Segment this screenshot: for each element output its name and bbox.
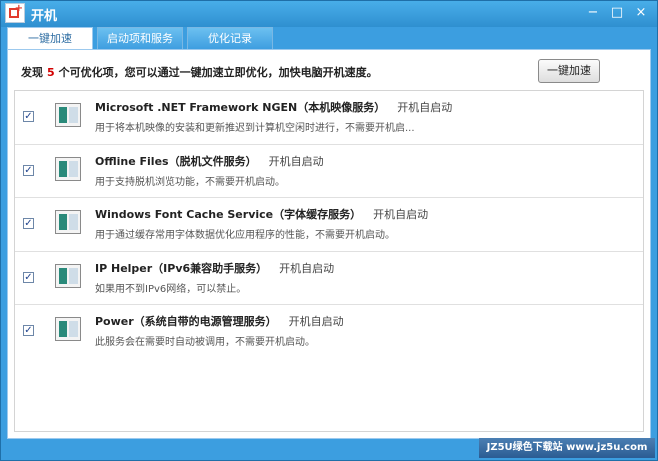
app-window: + 开机 − □ × 一键加速 启动项和服务 优化记录 发现 5 个可优化项，您可以…: [0, 0, 658, 461]
service-icon: [55, 210, 81, 235]
service-description: 用于将本机映像的安装和更新推迟到计算机空闲时进行，不需要开机启...: [95, 123, 415, 134]
service-icon: [55, 263, 81, 288]
service-description: 如果用不到IPv6网络，可以禁止。: [95, 283, 247, 295]
service-status: 开机自启动: [373, 208, 429, 222]
service-name: Microsoft .NET Framework NGEN（本机映像服务）: [95, 101, 386, 114]
service-list: ✓ Microsoft .NET Framework NGEN（本机映像服务） 开…: [14, 90, 644, 432]
service-status: 开机自启动: [279, 261, 335, 275]
window-title: 开机: [31, 9, 58, 24]
service-row: ✓ IP Helper（IPv6兼容助手服务） 开机自启动 如果用不到IPv6网络…: [15, 252, 643, 306]
summary-text: 发现 5 个可优化项，您可以通过一键加速立即优化，加快电脑开机速度。: [21, 64, 378, 80]
service-name: Power（系统自带的电源管理服务）: [95, 315, 277, 329]
minimize-button[interactable]: −: [585, 5, 601, 21]
service-name: Windows Font Cache Service（字体缓存服务）: [95, 208, 362, 222]
optimizable-count: 5: [47, 66, 55, 79]
service-icon: [55, 156, 81, 181]
service-description: 用于支持脱机浏览功能，不需要开机启动。: [95, 176, 285, 188]
service-status: 开机自启动: [288, 315, 344, 329]
tab-optimization-history[interactable]: 优化记录: [187, 27, 273, 49]
summary-prefix: 发现: [21, 66, 43, 79]
service-checkbox[interactable]: ✓: [23, 271, 34, 283]
service-checkbox[interactable]: ✓: [23, 325, 34, 337]
tab-one-click-boost[interactable]: 一键加速: [7, 27, 93, 49]
tab-bar: 一键加速 启动项和服务 优化记录: [7, 27, 273, 49]
close-button[interactable]: ×: [633, 5, 649, 21]
summary-suffix: 个可优化项，您可以通过一键加速立即优化，加快电脑开机速度。: [58, 66, 378, 79]
service-icon: [55, 317, 81, 342]
service-checkbox[interactable]: ✓: [23, 164, 34, 176]
watermark-banner: JZ5U绿色下载站 www.jz5u.com: [479, 438, 655, 458]
app-logo-icon: +: [5, 3, 25, 23]
service-row: ✓ Power（系统自带的电源管理服务） 开机自启动 此服务会在需要时自动被调用，…: [15, 305, 643, 358]
main-panel: 发现 5 个可优化项，您可以通过一键加速立即优化，加快电脑开机速度。 一键加速 ✓ …: [7, 49, 651, 439]
maximize-button[interactable]: □: [609, 5, 625, 21]
service-description: 此服务会在需要时自动被调用，不需要开机启动。: [95, 337, 315, 349]
service-row: ✓ Offline Files（脱机文件服务） 开机自启动 用于支持脱机浏览功能，…: [15, 145, 643, 199]
service-checkbox[interactable]: ✓: [23, 111, 34, 122]
service-status: 开机自启动: [268, 154, 324, 168]
tab-startup-services[interactable]: 启动项和服务: [97, 27, 183, 49]
service-name: Offline Files（脱机文件服务）: [95, 154, 257, 168]
one-click-boost-button[interactable]: 一键加速: [538, 59, 600, 83]
service-icon: [55, 103, 81, 127]
service-status: 开机自启动: [397, 101, 453, 114]
service-description: 用于通过缓存常用字体数据优化应用程序的性能，不需要开机启动。: [95, 230, 395, 242]
service-row: ✓ Windows Font Cache Service（字体缓存服务） 开机自启…: [15, 198, 643, 252]
service-name: IP Helper（IPv6兼容助手服务）: [95, 261, 268, 275]
service-checkbox[interactable]: ✓: [23, 218, 34, 230]
title-bar[interactable]: + 开机 − □ ×: [1, 1, 657, 27]
service-row: ✓ Microsoft .NET Framework NGEN（本机映像服务） 开…: [15, 91, 643, 145]
